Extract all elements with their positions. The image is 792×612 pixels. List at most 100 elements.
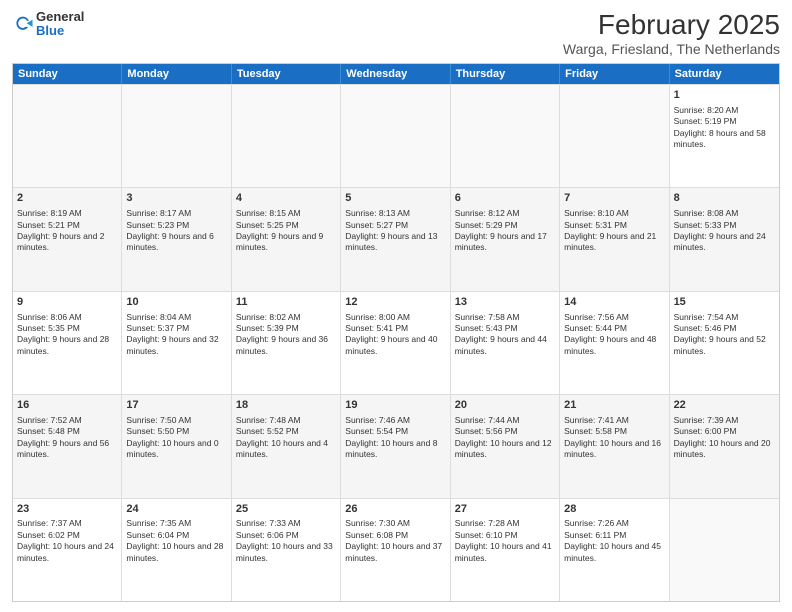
sunset-text: Sunset: 5:54 PM — [345, 426, 445, 437]
sunset-text: Sunset: 5:21 PM — [17, 220, 117, 231]
calendar-cell: 27Sunrise: 7:28 AMSunset: 6:10 PMDayligh… — [451, 499, 560, 601]
sunrise-text: Sunrise: 7:48 AM — [236, 415, 336, 426]
daylight-text: Daylight: 9 hours and 2 minutes. — [17, 231, 117, 254]
calendar-title: February 2025 — [563, 10, 780, 41]
calendar-cell: 20Sunrise: 7:44 AMSunset: 5:56 PMDayligh… — [451, 395, 560, 497]
calendar-cell — [13, 85, 122, 187]
sunrise-text: Sunrise: 7:28 AM — [455, 518, 555, 529]
day-number: 11 — [236, 295, 336, 310]
sunrise-text: Sunrise: 7:37 AM — [17, 518, 117, 529]
day-number: 27 — [455, 502, 555, 517]
sunrise-text: Sunrise: 8:02 AM — [236, 312, 336, 323]
sunrise-text: Sunrise: 8:06 AM — [17, 312, 117, 323]
sunrise-text: Sunrise: 7:26 AM — [564, 518, 664, 529]
sunset-text: Sunset: 6:08 PM — [345, 530, 445, 541]
sunrise-text: Sunrise: 8:04 AM — [126, 312, 226, 323]
calendar-cell: 24Sunrise: 7:35 AMSunset: 6:04 PMDayligh… — [122, 499, 231, 601]
sunset-text: Sunset: 5:37 PM — [126, 323, 226, 334]
calendar: SundayMondayTuesdayWednesdayThursdayFrid… — [12, 63, 780, 602]
calendar-row: 9 Sunrise: 8:06 AMSunset: 5:35 PM Daylight… — [13, 291, 779, 394]
day-number: 2 — [17, 191, 117, 206]
sunset-text: Sunset: 5:52 PM — [236, 426, 336, 437]
calendar-cell: 2 Sunrise: 8:19 AMSunset: 5:21 PMDaylight… — [13, 188, 122, 290]
day-number: 9 — [17, 295, 117, 310]
calendar-cell: 21Sunrise: 7:41 AMSunset: 5:58 PMDayligh… — [560, 395, 669, 497]
sunset-text: Sunset: 6:06 PM — [236, 530, 336, 541]
calendar-page: General Blue February 2025 Warga, Friesl… — [0, 0, 792, 612]
daylight-text: Daylight: 10 hours and 37 minutes. — [345, 541, 445, 564]
sunset-text: Sunset: 6:11 PM — [564, 530, 664, 541]
day-number: 10 — [126, 295, 226, 310]
logo-icon — [12, 13, 34, 35]
sunset-text: Sunset: 5:35 PM — [17, 323, 117, 334]
daylight-text: Daylight: 10 hours and 4 minutes. — [236, 438, 336, 461]
day-number: 23 — [17, 502, 117, 517]
sunrise-text: Sunrise: 8:20 AM — [674, 105, 775, 116]
day-number: 3 — [126, 191, 226, 206]
calendar-cell: 22Sunrise: 7:39 AMSunset: 6:00 PMDayligh… — [670, 395, 779, 497]
sunrise-text: Sunrise: 7:44 AM — [455, 415, 555, 426]
calendar-body: 1Sunrise: 8:20 AMSunset: 5:19 PMDaylight… — [13, 84, 779, 601]
calendar-cell: 13Sunrise: 7:58 AMSunset: 5:43 PMDayligh… — [451, 292, 560, 394]
day-number: 7 — [564, 191, 664, 206]
daylight-text: Daylight: 9 hours and 21 minutes. — [564, 231, 664, 254]
sunrise-text: Sunrise: 7:58 AM — [455, 312, 555, 323]
weekday-header: Thursday — [451, 64, 560, 84]
calendar-cell — [670, 499, 779, 601]
calendar-cell: 23Sunrise: 7:37 AMSunset: 6:02 PMDayligh… — [13, 499, 122, 601]
sunrise-text: Sunrise: 7:33 AM — [236, 518, 336, 529]
day-number: 18 — [236, 398, 336, 413]
sunrise-text: Sunrise: 7:56 AM — [564, 312, 664, 323]
daylight-text: Daylight: 9 hours and 32 minutes. — [126, 334, 226, 357]
daylight-text: Daylight: 10 hours and 8 minutes. — [345, 438, 445, 461]
sunrise-text: Sunrise: 7:39 AM — [674, 415, 775, 426]
day-number: 19 — [345, 398, 445, 413]
day-number: 14 — [564, 295, 664, 310]
calendar-cell: 17Sunrise: 7:50 AMSunset: 5:50 PMDayligh… — [122, 395, 231, 497]
daylight-text: Daylight: 10 hours and 41 minutes. — [455, 541, 555, 564]
day-number: 25 — [236, 502, 336, 517]
calendar-subtitle: Warga, Friesland, The Netherlands — [563, 41, 780, 57]
daylight-text: Daylight: 9 hours and 52 minutes. — [674, 334, 775, 357]
logo: General Blue — [12, 10, 84, 39]
sunset-text: Sunset: 6:10 PM — [455, 530, 555, 541]
sunset-text: Sunset: 5:23 PM — [126, 220, 226, 231]
logo-text: General Blue — [36, 10, 84, 39]
calendar-cell: 26Sunrise: 7:30 AMSunset: 6:08 PMDayligh… — [341, 499, 450, 601]
weekday-header: Wednesday — [341, 64, 450, 84]
day-number: 24 — [126, 502, 226, 517]
daylight-text: Daylight: 10 hours and 45 minutes. — [564, 541, 664, 564]
sunrise-text: Sunrise: 7:46 AM — [345, 415, 445, 426]
daylight-text: Daylight: 9 hours and 13 minutes. — [345, 231, 445, 254]
calendar-cell: 4Sunrise: 8:15 AMSunset: 5:25 PMDaylight… — [232, 188, 341, 290]
calendar-cell — [341, 85, 450, 187]
day-number: 4 — [236, 191, 336, 206]
sunset-text: Sunset: 5:25 PM — [236, 220, 336, 231]
logo-general: General — [36, 10, 84, 24]
calendar-cell: 6Sunrise: 8:12 AMSunset: 5:29 PMDaylight… — [451, 188, 560, 290]
day-number: 13 — [455, 295, 555, 310]
calendar-cell: 18 Sunrise: 7:48 AMSunset: 5:52 PMDayligh… — [232, 395, 341, 497]
sunrise-text: Sunrise: 7:54 AM — [674, 312, 775, 323]
calendar-cell: 3Sunrise: 8:17 AMSunset: 5:23 PMDaylight… — [122, 188, 231, 290]
calendar-cell: 8Sunrise: 8:08 AMSunset: 5:33 PMDaylight… — [670, 188, 779, 290]
calendar-header: SundayMondayTuesdayWednesdayThursdayFrid… — [13, 64, 779, 84]
daylight-text: Daylight: 10 hours and 12 minutes. — [455, 438, 555, 461]
sunset-text: Sunset: 5:27 PM — [345, 220, 445, 231]
calendar-cell — [122, 85, 231, 187]
sunset-text: Sunset: 5:31 PM — [564, 220, 664, 231]
daylight-text: Daylight: 10 hours and 33 minutes. — [236, 541, 336, 564]
daylight-text: Daylight: 10 hours and 16 minutes. — [564, 438, 664, 461]
calendar-cell — [232, 85, 341, 187]
sunrise-text: Sunrise: 7:35 AM — [126, 518, 226, 529]
day-number: 16 — [17, 398, 117, 413]
day-number: 26 — [345, 502, 445, 517]
sunset-text: Sunset: 6:00 PM — [674, 426, 775, 437]
day-number: 21 — [564, 398, 664, 413]
calendar-cell: 5Sunrise: 8:13 AMSunset: 5:27 PMDaylight… — [341, 188, 450, 290]
day-number: 20 — [455, 398, 555, 413]
sunrise-text: Sunrise: 8:19 AM — [17, 208, 117, 219]
daylight-text: Daylight: 9 hours and 56 minutes. — [17, 438, 117, 461]
day-number: 1 — [674, 88, 775, 103]
day-number: 12 — [345, 295, 445, 310]
